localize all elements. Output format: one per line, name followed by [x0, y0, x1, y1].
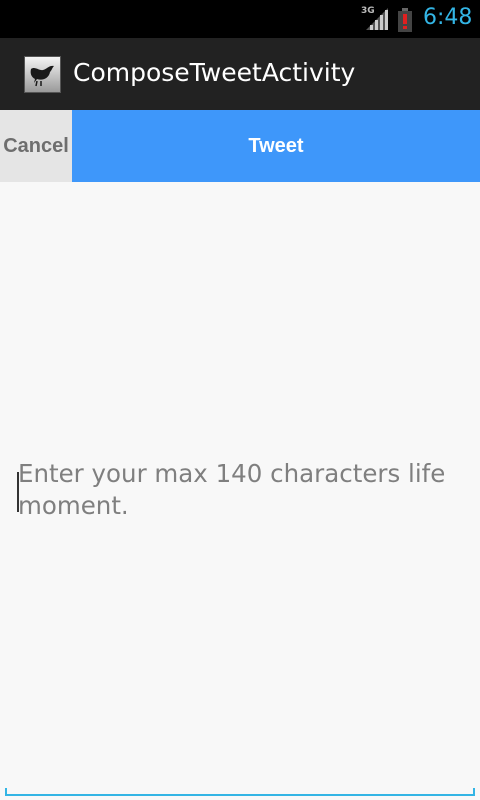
bird-icon[interactable] [24, 56, 61, 93]
text-field-underline [5, 788, 475, 796]
compose-area [0, 182, 480, 800]
action-bar: ComposeTweetActivity [0, 38, 480, 110]
signal-icon [366, 8, 388, 30]
status-bar: 3G 6:48 [0, 0, 480, 38]
tweet-text-input[interactable] [18, 458, 458, 538]
tweet-button[interactable]: Tweet [72, 110, 480, 182]
battery-alert-icon [398, 8, 412, 32]
page-title: ComposeTweetActivity [73, 58, 356, 87]
cancel-button[interactable]: Cancel [0, 110, 72, 182]
text-cursor [17, 472, 19, 512]
compose-button-row: Cancel Tweet [0, 110, 480, 182]
clock: 6:48 [423, 5, 473, 30]
